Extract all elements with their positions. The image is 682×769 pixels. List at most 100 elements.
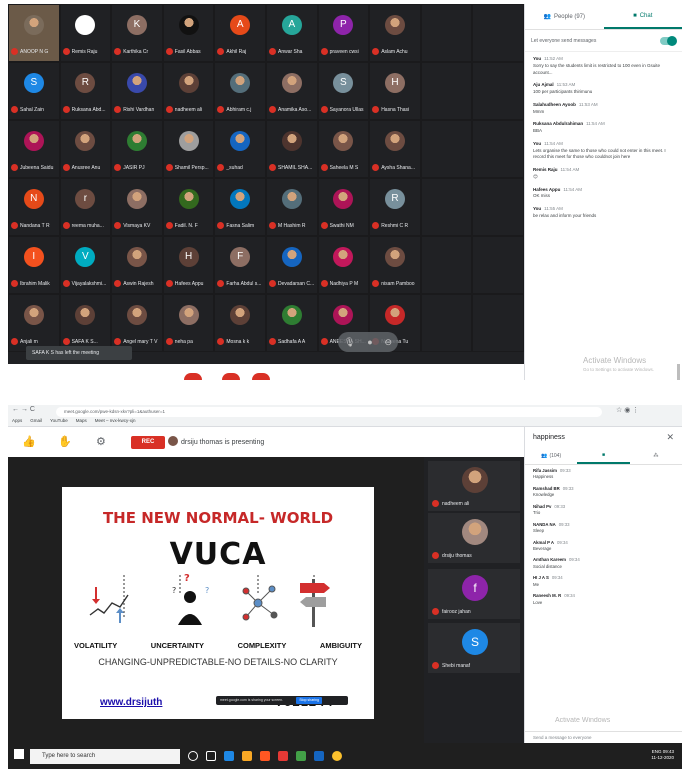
participant-tile[interactable]: A Anwar Sha [265, 4, 318, 62]
participant-tile[interactable]: S Shebi manaf [428, 623, 520, 673]
chat-scrollbar[interactable] [677, 364, 680, 380]
participant-tile[interactable]: Remis Raju [59, 4, 112, 62]
participant-tile[interactable]: SHAMIL SHA... [265, 120, 318, 178]
send-message-input[interactable]: Send a message to everyone [525, 731, 682, 743]
participant-tile[interactable]: f fairooz jahan [428, 569, 520, 619]
participant-tile[interactable] [420, 4, 473, 62]
participant-tile[interactable]: _suhad [214, 120, 266, 178]
participant-tile[interactable]: Fasna Salim [214, 178, 266, 236]
participant-tile[interactable]: nadheem ali [162, 62, 215, 120]
participant-tile[interactable] [420, 62, 473, 120]
participant-tile[interactable]: Anjali m [8, 294, 60, 352]
browser-actions-icon[interactable]: ☆ ◉ ⋮ [616, 406, 639, 414]
participant-tile[interactable]: R Reshmi C R [369, 178, 421, 236]
participant-tile[interactable] [472, 236, 524, 294]
app-icon[interactable] [296, 751, 306, 761]
stop-sharing-button[interactable]: Stop sharing [296, 697, 322, 704]
address-bar[interactable]: meet.google.com/pwe-kdsn-xkv?pli=1&authu… [56, 407, 602, 417]
participant-tile[interactable]: Fasil Abbas [162, 4, 215, 62]
participant-tile[interactable]: Nadhiya P M [317, 236, 370, 294]
camera-off-icon[interactable] [252, 373, 270, 380]
participant-tile[interactable] [420, 120, 473, 178]
participant-tile[interactable]: K Karthika Cr [111, 4, 163, 62]
participant-tile[interactable]: r reema muha... [59, 178, 112, 236]
participant-tile[interactable]: H Hafees Appu [162, 236, 215, 294]
participant-tile[interactable]: A Akhil Raj [214, 4, 266, 62]
participant-tile[interactable]: M Hashim R [265, 178, 318, 236]
close-icon[interactable]: ✕ [666, 432, 674, 443]
mic-icon[interactable]: 🎙 [344, 337, 355, 348]
send-messages-toggle[interactable] [660, 35, 677, 46]
participant-tile[interactable]: Ppraveen cwsi [317, 4, 370, 62]
participant-tile[interactable]: S Sayanora Ullas [317, 62, 370, 120]
participant-tile[interactable]: Fadil. N. F [162, 178, 215, 236]
system-tray[interactable]: ENG 09:43 11-12-2020 [651, 749, 674, 762]
participant-tile[interactable]: Mosna k k [214, 294, 266, 352]
participant-tile[interactable]: Vismaya KV [111, 178, 163, 236]
tab-chat[interactable]: ■ Chat [603, 4, 682, 29]
bookmark-item[interactable]: Apps [12, 418, 22, 423]
participant-tile[interactable]: ANOOP N G [8, 4, 60, 62]
participant-tile[interactable]: Aysha Shana... [369, 120, 421, 178]
participant-tile[interactable]: Shamil Persp... [162, 120, 215, 178]
bookmark-item[interactable]: Meet – nvx-kwcy-xjn [95, 418, 136, 423]
participant-tile[interactable]: S Sahal Zain [8, 62, 60, 120]
participant-tile[interactable] [472, 120, 524, 178]
participant-tile[interactable]: N Nandana T R [8, 178, 60, 236]
windows-start-icon[interactable] [14, 749, 24, 759]
file-explorer-icon[interactable] [242, 751, 252, 761]
leave-call-icon[interactable] [184, 373, 202, 380]
tab-activities[interactable]: ⁂ [630, 447, 682, 464]
participant-tile[interactable]: Aswin Rajesh [111, 236, 163, 294]
participant-tile[interactable]: neha pa [162, 294, 215, 352]
participant-tile[interactable]: Aslam Achu [369, 4, 421, 62]
participant-tile[interactable]: nisam Pamboo [369, 236, 421, 294]
word-icon[interactable] [314, 751, 324, 761]
thumbs-up-icon[interactable]: 👍 [22, 435, 36, 448]
participant-tile[interactable] [420, 178, 473, 236]
participant-tile[interactable]: Rishi Vardhan [111, 62, 163, 120]
tab-people[interactable]: 👥 (104) [525, 447, 577, 464]
participant-tile[interactable]: Jubeena Saidu [8, 120, 60, 178]
participant-tile[interactable] [472, 178, 524, 236]
participant-tile[interactable]: Sadhafa A A [265, 294, 318, 352]
participant-tile[interactable] [472, 62, 524, 120]
participant-tile[interactable]: Abhiram c.j [214, 62, 266, 120]
participant-tile[interactable] [472, 4, 524, 62]
raise-hand-icon[interactable]: ✋ [58, 435, 72, 448]
mic-off-icon[interactable] [222, 373, 240, 380]
tab-chat[interactable]: ■ [577, 447, 630, 464]
camera-icon[interactable]: ⊖ [385, 337, 393, 348]
participant-tile[interactable]: Anusree Anu [59, 120, 112, 178]
participant-tile[interactable]: SAFA K S... [59, 294, 112, 352]
participant-tile[interactable]: Saheela M S [317, 120, 370, 178]
bookmark-item[interactable]: Gmail [30, 418, 42, 423]
cortana-icon[interactable] [188, 751, 198, 761]
participant-tile[interactable]: Devadarsan C... [265, 236, 318, 294]
call-controls[interactable]: 🎙 ● ⊖ [338, 332, 398, 352]
participant-tile[interactable]: V Vijayalakshmi... [59, 236, 112, 294]
hangup-icon[interactable]: ● [367, 337, 372, 347]
edge-icon[interactable] [224, 751, 234, 761]
participant-tile[interactable]: H Hasna Thasi [369, 62, 421, 120]
participant-tile[interactable]: nadheem ali [428, 461, 520, 511]
taskbar-search-input[interactable]: Type here to search [30, 749, 180, 764]
back-forward-icon[interactable]: ← → C [12, 406, 35, 413]
bookmark-item[interactable]: YouTube [50, 418, 68, 423]
participant-tile[interactable]: F Farha Abdul s... [214, 236, 266, 294]
mail-icon[interactable] [278, 751, 288, 761]
participant-tile[interactable]: Swathi NM [317, 178, 370, 236]
participant-tile[interactable]: drsiju thomas [428, 513, 520, 563]
participant-tile[interactable]: Anamika Aso... [265, 62, 318, 120]
tab-people[interactable]: 👥 People (97) [525, 4, 604, 29]
store-icon[interactable] [260, 751, 270, 761]
participant-tile[interactable] [420, 294, 473, 352]
participant-tile[interactable]: JASIR PJ [111, 120, 163, 178]
participant-tile[interactable]: I Ibrahim Malik [8, 236, 60, 294]
bookmark-item[interactable]: Maps [76, 418, 87, 423]
gear-icon[interactable]: ⚙ [96, 435, 106, 448]
participant-tile[interactable]: Angel mary T V [111, 294, 163, 352]
chrome-icon[interactable] [332, 751, 342, 761]
participant-tile[interactable] [420, 236, 473, 294]
task-view-icon[interactable] [206, 751, 216, 761]
